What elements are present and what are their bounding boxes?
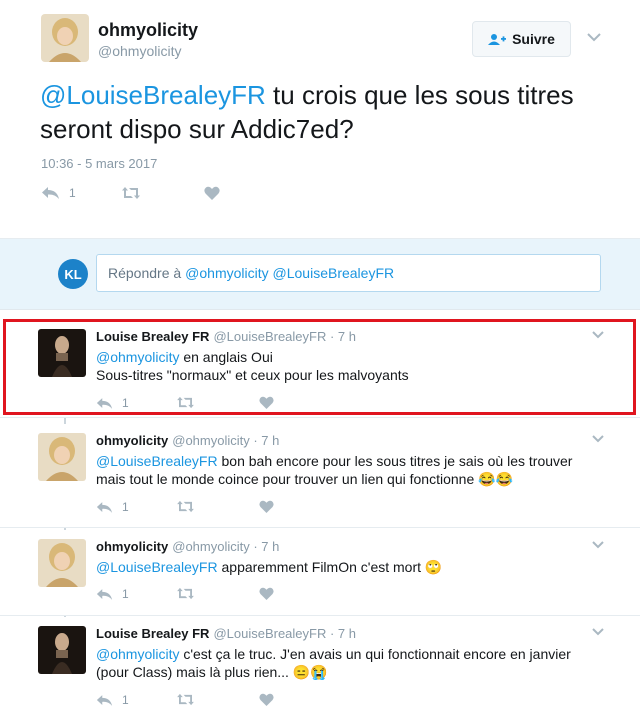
avatar[interactable] bbox=[38, 329, 86, 377]
current-user-avatar[interactable]: KL bbox=[58, 259, 88, 289]
reply-composer: KL Répondre à @ohmyolicity @LouiseBreale… bbox=[0, 238, 640, 310]
avatar[interactable] bbox=[38, 626, 86, 674]
reply-count: 1 bbox=[122, 587, 129, 601]
avatar[interactable] bbox=[41, 14, 89, 62]
chevron-down-icon[interactable] bbox=[591, 329, 605, 341]
like-button[interactable] bbox=[259, 500, 274, 513]
timestamp[interactable]: 10:36 - 5 mars 2017 bbox=[41, 156, 157, 171]
reply-count: 1 bbox=[69, 186, 76, 200]
reply-count: 1 bbox=[122, 693, 129, 707]
heart-icon bbox=[259, 396, 274, 409]
tweet-text: @ohmyolicity c'est ça le truc. J'en avai… bbox=[96, 645, 606, 681]
author-handle[interactable]: @ohmyolicity bbox=[98, 43, 181, 59]
list-item[interactable]: ohmyolicity @ohmyolicity · 7 h @LouiseBre… bbox=[0, 530, 640, 616]
follow-label: Suivre bbox=[512, 31, 555, 47]
chevron-down-icon[interactable] bbox=[586, 30, 602, 44]
heart-icon bbox=[204, 186, 220, 200]
tweet-actions: 1 bbox=[96, 587, 336, 605]
tweet-text: @ohmyolicity en anglais Oui Sous-titres … bbox=[96, 348, 606, 384]
reply-count: 1 bbox=[122, 500, 129, 514]
author-handle[interactable]: @ohmyolicity · 7 h bbox=[172, 539, 279, 554]
retweet-button[interactable] bbox=[176, 693, 195, 706]
tweet-header: ohmyolicity @ohmyolicity · 7 h bbox=[96, 539, 279, 554]
reply-button[interactable]: 1 bbox=[96, 396, 129, 410]
tweet-header: Louise Brealey FR @LouiseBrealeyFR · 7 h bbox=[96, 626, 356, 641]
tweet-text: @LouiseBrealeyFR tu crois que les sous t… bbox=[40, 78, 620, 146]
like-button[interactable] bbox=[259, 693, 274, 706]
list-item[interactable]: Louise Brealey FR @LouiseBrealeyFR · 7 h … bbox=[0, 320, 640, 418]
tweet-text: @LouiseBrealeyFR apparemment FilmOn c'es… bbox=[96, 558, 606, 576]
tweet-actions: 1 bbox=[41, 186, 341, 206]
like-button[interactable] bbox=[204, 186, 220, 200]
tweet-line: mais tout le monde coince pour trouver u… bbox=[96, 471, 513, 487]
tweet-actions: 1 bbox=[96, 396, 336, 414]
reply-icon bbox=[96, 501, 113, 513]
reply-icon bbox=[42, 187, 59, 199]
avatar[interactable] bbox=[38, 539, 86, 587]
reply-button[interactable]: 1 bbox=[41, 186, 76, 200]
author-handle[interactable]: @LouiseBrealeyFR · 7 h bbox=[213, 329, 356, 344]
mention-link[interactable]: @LouiseBrealeyFR bbox=[96, 559, 218, 575]
mention-link[interactable]: @LouiseBrealeyFR bbox=[40, 80, 266, 110]
reply-icon bbox=[96, 588, 113, 600]
tweet-header: ohmyolicity @ohmyolicity · 7 h bbox=[96, 433, 279, 448]
author-handle[interactable]: @LouiseBrealeyFR · 7 h bbox=[213, 626, 356, 641]
follow-button[interactable]: Suivre bbox=[472, 21, 571, 57]
retweet-icon bbox=[177, 693, 194, 706]
list-item[interactable]: Louise Brealey FR @LouiseBrealeyFR · 7 h … bbox=[0, 617, 640, 724]
chevron-down-icon[interactable] bbox=[591, 539, 605, 551]
reply-icon bbox=[96, 694, 113, 706]
tweet-line: Sous-titres "normaux" et ceux pour les m… bbox=[96, 367, 409, 383]
chevron-down-icon[interactable] bbox=[591, 433, 605, 445]
author-name[interactable]: ohmyolicity bbox=[96, 539, 168, 554]
reply-input[interactable]: Répondre à @ohmyolicity @LouiseBrealeyFR bbox=[96, 254, 601, 292]
retweet-icon bbox=[177, 587, 194, 600]
tweet-header: Louise Brealey FR @LouiseBrealeyFR · 7 h bbox=[96, 329, 356, 344]
list-item[interactable]: ohmyolicity @ohmyolicity · 7 h @LouiseBre… bbox=[0, 424, 640, 528]
reply-prompt: Répondre à bbox=[108, 265, 182, 281]
like-button[interactable] bbox=[259, 396, 274, 409]
reply-button[interactable]: 1 bbox=[96, 693, 129, 707]
author-name[interactable]: Louise Brealey FR bbox=[96, 626, 209, 641]
tweet-actions: 1 bbox=[96, 500, 336, 518]
mention-link[interactable]: @ohmyolicity bbox=[96, 646, 179, 662]
mention-link[interactable]: @LouiseBrealeyFR bbox=[96, 453, 218, 469]
reply-mentions: @ohmyolicity @LouiseBrealeyFR bbox=[185, 265, 395, 281]
retweet-icon bbox=[177, 396, 194, 409]
heart-icon bbox=[259, 693, 274, 706]
retweet-button[interactable] bbox=[176, 396, 195, 409]
heart-icon bbox=[259, 500, 274, 513]
reply-icon bbox=[96, 397, 113, 409]
chevron-down-icon[interactable] bbox=[591, 626, 605, 638]
tweet-line: (pour Class) mais là plus rien... 😑😭 bbox=[96, 664, 328, 680]
tweet-line: c'est ça le truc. J'en avais un qui fonc… bbox=[179, 646, 571, 662]
author-name[interactable]: ohmyolicity bbox=[96, 433, 168, 448]
tweet-line: en anglais Oui bbox=[179, 349, 273, 365]
retweet-button[interactable] bbox=[176, 587, 195, 600]
retweet-icon bbox=[122, 187, 140, 199]
avatar[interactable] bbox=[38, 433, 86, 481]
reply-button[interactable]: 1 bbox=[96, 500, 129, 514]
heart-icon bbox=[259, 587, 274, 600]
retweet-icon bbox=[177, 500, 194, 513]
author-name[interactable]: Louise Brealey FR bbox=[96, 329, 209, 344]
reply-button[interactable]: 1 bbox=[96, 587, 129, 601]
retweet-button[interactable] bbox=[176, 500, 195, 513]
reply-count: 1 bbox=[122, 396, 129, 410]
retweet-button[interactable] bbox=[121, 186, 141, 200]
tweet-line: bon bah encore pour les sous titres je s… bbox=[217, 453, 573, 469]
main-tweet: ohmyolicity @ohmyolicity Suivre @LouiseB… bbox=[0, 0, 640, 238]
tweet-actions: 1 bbox=[96, 693, 336, 711]
like-button[interactable] bbox=[259, 587, 274, 600]
tweet-line: apparemment FilmOn c'est mort 🙄 bbox=[217, 559, 443, 575]
mention-link[interactable]: @ohmyolicity bbox=[96, 349, 179, 365]
author-name[interactable]: ohmyolicity bbox=[98, 20, 198, 41]
tweet-text: @LouiseBrealeyFR bon bah encore pour les… bbox=[96, 452, 606, 488]
author-handle[interactable]: @ohmyolicity · 7 h bbox=[172, 433, 279, 448]
follow-user-icon bbox=[488, 34, 507, 45]
